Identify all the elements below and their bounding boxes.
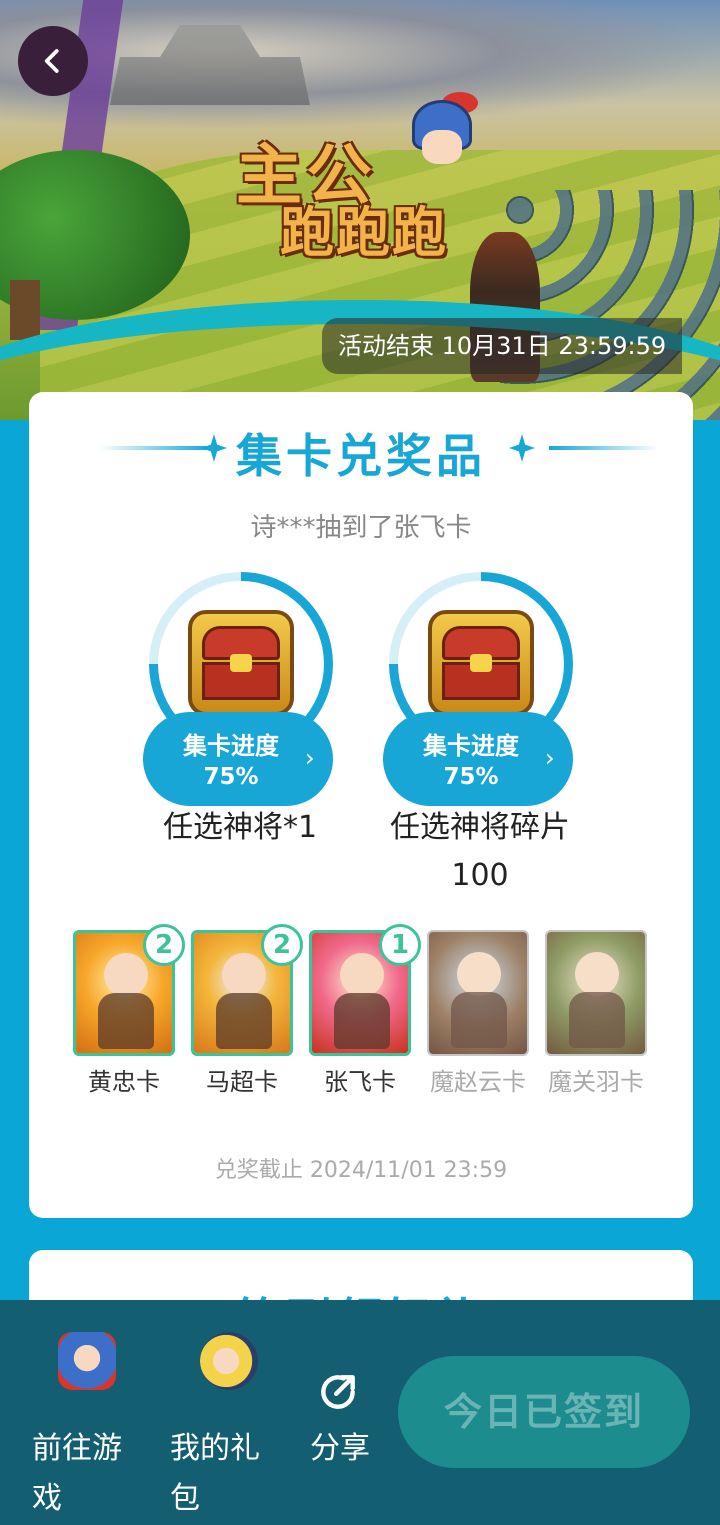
general-card-huangzhong[interactable]: 2 黄忠卡 (73, 924, 185, 1120)
go-to-game-label: 前往游戏 (32, 1431, 122, 1516)
go-to-game-button[interactable]: 前往游戏 (32, 1330, 142, 1516)
redeem-deadline: 兑奖截止 2024/11/01 23:59 (214, 1158, 508, 1183)
my-gifts-label: 我的礼包 (170, 1431, 260, 1516)
general-card-moguanyu[interactable]: 魔关羽卡 (545, 930, 647, 1120)
share-label: 分享 (310, 1431, 370, 1466)
card-count-badge: 2 (143, 924, 185, 966)
collect-progress-button[interactable]: 集卡进度 75% › (383, 712, 573, 806)
progress-label: 集卡进度 (183, 732, 279, 760)
banner-title-line2: 跑跑跑 (280, 200, 448, 264)
banner-hero-character (402, 92, 482, 190)
chevron-right-icon: › (305, 744, 315, 772)
chevron-left-icon (44, 49, 59, 73)
share-icon (321, 1375, 355, 1409)
prize-item: 集卡进度 75% › 任选神将碎片100 (383, 572, 585, 893)
general-card-zhangfei[interactable]: 1 张飞卡 (309, 924, 421, 1120)
checked-in-button[interactable]: 今日已签到 (398, 1356, 690, 1468)
chevron-right-icon: › (545, 744, 555, 772)
collect-progress-button[interactable]: 集卡进度 75% › (143, 712, 333, 806)
treasure-chest-icon (188, 610, 294, 716)
draw-notice: 诗***抽到了张飞卡 (250, 513, 472, 543)
prize-item: 集卡进度 75% › 任选神将*1 (143, 572, 345, 892)
section-title: 集卡兑奖品 (236, 429, 486, 483)
progress-value: 75% (203, 764, 259, 790)
progress-value: 75% (443, 764, 499, 790)
bottom-action-bar: 前往游戏 我的礼包 分享 今日已签到 (0, 1300, 720, 1525)
card-name: 马超卡 (206, 1068, 278, 1096)
banner-tree-trunk (10, 280, 40, 340)
progress-label: 集卡进度 (423, 732, 519, 760)
treasure-chest-icon (428, 610, 534, 716)
general-cards-row: 2 黄忠卡 2 马超卡 1 张飞卡 魔赵云卡 魔关羽卡 (73, 924, 673, 1130)
card-name: 魔赵云卡 (430, 1068, 526, 1096)
game-avatar-icon (58, 1332, 116, 1390)
general-card-machao[interactable]: 2 马超卡 (191, 924, 303, 1120)
prize-name: 任选神将*1 (162, 810, 318, 845)
card-name: 黄忠卡 (88, 1068, 160, 1096)
gift-avatar-icon (200, 1332, 258, 1390)
card-name: 魔关羽卡 (548, 1068, 644, 1096)
card-count-badge: 2 (261, 924, 303, 966)
card-count-badge: 1 (379, 924, 421, 966)
share-button[interactable]: 分享 (308, 1330, 388, 1466)
back-button[interactable] (18, 26, 88, 96)
collect-cards-panel: 集卡兑奖品 诗***抽到了张飞卡 集卡进度 75% › 任选神将*1 集卡进度 … (29, 392, 693, 1218)
prize-name: 任选神将碎片100 (390, 810, 570, 893)
my-gifts-button[interactable]: 我的礼包 (170, 1330, 280, 1516)
title-decor-right (549, 446, 659, 450)
card-name: 张飞卡 (324, 1068, 396, 1096)
event-end-time: 活动结束 10月31日 23:59:59 (322, 318, 683, 374)
general-card-mozhaoyun[interactable]: 魔赵云卡 (427, 930, 529, 1120)
